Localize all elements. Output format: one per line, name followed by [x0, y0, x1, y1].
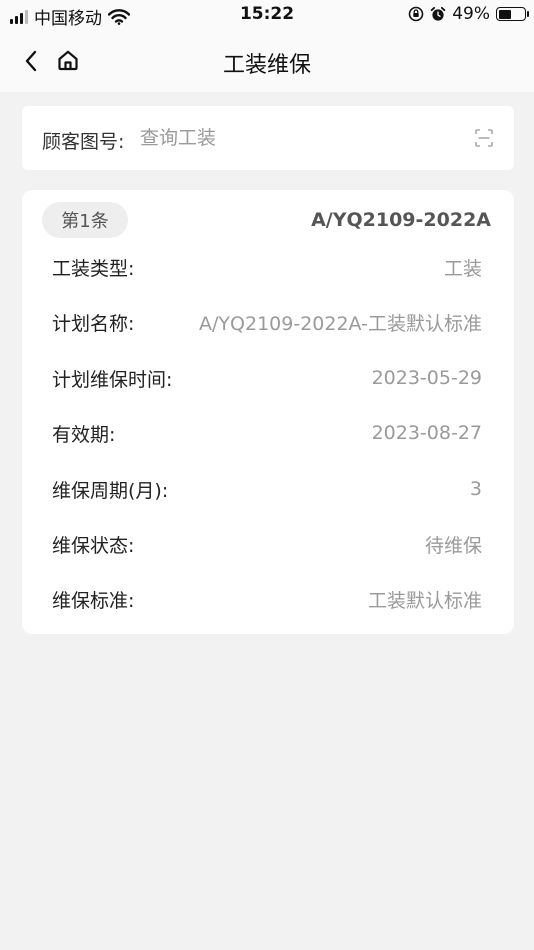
screen: 中国移动 15:22 49% 工装维保 顾客图号: 查询工装 第1条 A/YQ2…: [0, 0, 534, 950]
orientation-lock-icon: [408, 6, 424, 22]
field-row-standard: 维保标准: 工装默认标准: [52, 584, 482, 614]
battery-icon: [496, 7, 529, 21]
field-row-plan-date: 计划维保时间: 2023-05-29: [52, 363, 482, 393]
search-card: 顾客图号:: [22, 106, 514, 170]
field-value: A/YQ2109-2022A-工装默认标准: [199, 312, 482, 335]
field-label: 计划名称:: [52, 312, 135, 335]
scan-icon[interactable]: [474, 128, 494, 148]
alarm-icon: [430, 6, 446, 21]
field-label: 维保状态:: [52, 534, 135, 557]
nav-bar: 工装维保: [0, 30, 534, 92]
search-input[interactable]: [140, 122, 460, 154]
field-value: 2023-05-29: [371, 367, 482, 389]
record-card[interactable]: 第1条 A/YQ2109-2022A 工装类型: 工装 计划名称: A/YQ21…: [22, 190, 514, 634]
field-label: 维保标准:: [52, 589, 135, 612]
field-row-tool-type: 工装类型: 工装: [52, 252, 482, 282]
status-right: 49%: [408, 4, 529, 24]
status-bar: 中国移动 15:22 49%: [0, 0, 534, 30]
field-value: 工装: [443, 257, 482, 280]
field-value: 待维保: [424, 534, 482, 557]
page-title: 工装维保: [222, 53, 311, 78]
search-label: 顾客图号:: [42, 131, 125, 153]
field-label: 维保周期(月):: [52, 479, 169, 502]
field-label: 有效期:: [52, 423, 116, 446]
battery-fill: [498, 9, 511, 19]
field-value: 工装默认标准: [367, 589, 482, 612]
record-index-badge: 第1条: [42, 202, 128, 238]
field-row-cycle: 维保周期(月): 3: [52, 474, 482, 504]
field-label: 工装类型:: [52, 257, 135, 280]
field-row-status: 维保状态: 待维保: [52, 529, 482, 559]
record-code: A/YQ2109-2022A: [311, 209, 491, 231]
battery-percent: 49%: [452, 4, 490, 24]
field-row-validity: 有效期: 2023-08-27: [52, 418, 482, 448]
field-row-plan-name: 计划名称: A/YQ2109-2022A-工装默认标准: [52, 307, 482, 337]
field-label: 计划维保时间:: [52, 368, 173, 391]
field-value: 3: [469, 478, 482, 500]
field-value: 2023-08-27: [371, 422, 482, 444]
